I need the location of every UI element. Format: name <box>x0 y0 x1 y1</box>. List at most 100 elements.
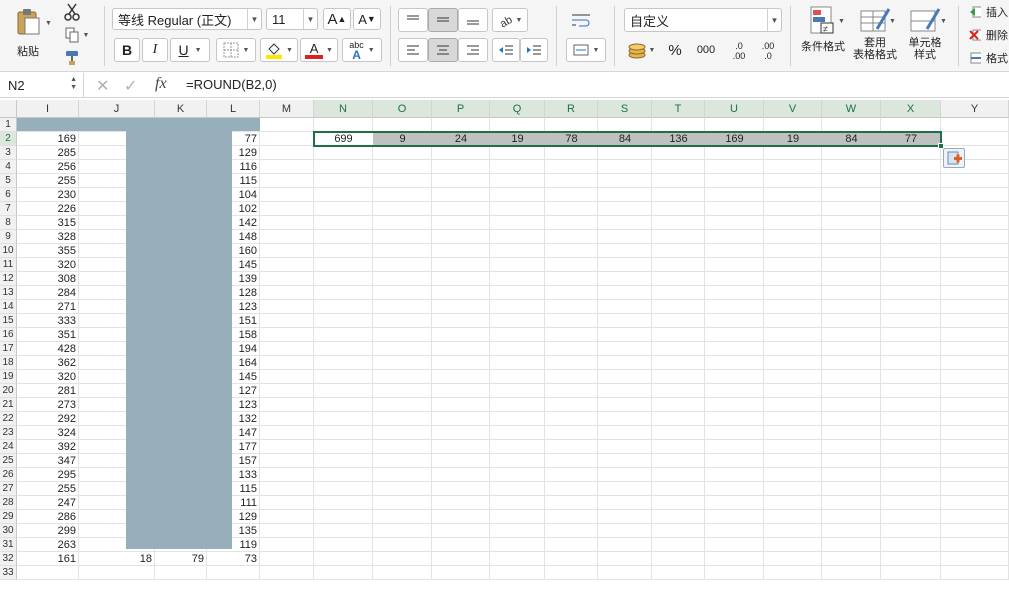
row-header-24[interactable]: 24 <box>0 440 17 454</box>
font-color-button[interactable]: A ▼ <box>300 38 338 62</box>
increase-decimal-button[interactable]: .0 .00 <box>726 38 752 64</box>
row-header-5[interactable]: 5 <box>0 174 17 188</box>
cell-style-dropdown-arrow[interactable]: ▼ <box>940 18 947 25</box>
wrap-text-button[interactable] <box>566 8 596 32</box>
align-middle-button[interactable] <box>428 8 458 32</box>
row-header-12[interactable]: 12 <box>0 272 17 286</box>
column-header-o[interactable]: O <box>373 100 432 118</box>
cell-i25[interactable]: 347 <box>17 454 79 468</box>
cut-button[interactable] <box>62 2 82 22</box>
shrink-font-button[interactable]: A ▼ <box>353 8 381 30</box>
cell-i21[interactable]: 273 <box>17 398 79 412</box>
cell-i20[interactable]: 281 <box>17 384 79 398</box>
row-header-2[interactable]: 2 <box>0 132 17 146</box>
cell-i14[interactable]: 271 <box>17 300 79 314</box>
cell-i24[interactable]: 392 <box>17 440 79 454</box>
cell-styles-button[interactable]: 单元格 样式 <box>902 4 948 68</box>
name-box[interactable]: N2 ▲ ▼ <box>0 73 84 97</box>
percent-button[interactable]: % <box>662 38 688 62</box>
column-header-l[interactable]: L <box>207 100 260 118</box>
font-name-select[interactable]: 等线 Regular (正文) ▼ <box>112 8 262 30</box>
borders-button[interactable]: ▼ <box>216 38 256 62</box>
worksheet-grid[interactable]: I J K L M N O P Q R S T U V W X Y 1 2 3 4 5 6 7 8 9 10 11 12 13 14 15 16… <box>0 100 1009 589</box>
increase-indent-button[interactable] <box>520 38 548 62</box>
column-header-m[interactable]: M <box>260 100 314 118</box>
cell-l32[interactable]: 73 <box>207 552 260 566</box>
row-header-22[interactable]: 22 <box>0 412 17 426</box>
cell-i6[interactable]: 230 <box>17 188 79 202</box>
cell-i5[interactable]: 255 <box>17 174 79 188</box>
row-header-20[interactable]: 20 <box>0 384 17 398</box>
cell-i15[interactable]: 333 <box>17 314 79 328</box>
row-header-25[interactable]: 25 <box>0 454 17 468</box>
conditional-formatting-button[interactable]: ≠ 条件格式 <box>800 4 846 68</box>
table-format-dropdown-arrow[interactable]: ▼ <box>889 18 896 25</box>
paste-dropdown-arrow[interactable]: ▼ <box>45 20 52 27</box>
column-header-y[interactable]: Y <box>941 100 1009 118</box>
row-header-32[interactable]: 32 <box>0 552 17 566</box>
accounting-format-button[interactable]: ▼ <box>622 38 660 62</box>
cell-i18[interactable]: 362 <box>17 356 79 370</box>
cell-i27[interactable]: 255 <box>17 482 79 496</box>
cancel-icon[interactable]: ✕ <box>96 76 109 96</box>
cell-i8[interactable]: 315 <box>17 216 79 230</box>
format-painter-button[interactable] <box>62 48 82 68</box>
cell-i2[interactable]: 169 <box>17 132 79 146</box>
paste-options-icon[interactable] <box>943 148 965 168</box>
cell-j32[interactable]: 18 <box>79 552 155 566</box>
bold-button[interactable]: B <box>114 38 140 62</box>
format-cells-button[interactable]: 格式 <box>968 49 1009 67</box>
row-header-27[interactable]: 27 <box>0 482 17 496</box>
row-header-16[interactable]: 16 <box>0 328 17 342</box>
column-header-u[interactable]: U <box>705 100 764 118</box>
column-header-s[interactable]: S <box>598 100 652 118</box>
grow-font-button[interactable]: A ▲ <box>323 8 351 30</box>
cell-i7[interactable]: 226 <box>17 202 79 216</box>
row-header-3[interactable]: 3 <box>0 146 17 160</box>
column-header-v[interactable]: V <box>764 100 822 118</box>
column-header-q[interactable]: Q <box>490 100 545 118</box>
column-header-n[interactable]: N <box>314 100 373 118</box>
cell-i22[interactable]: 292 <box>17 412 79 426</box>
delete-cells-button[interactable]: 删除 <box>968 26 1009 44</box>
row-header-10[interactable]: 10 <box>0 244 17 258</box>
format-as-table-button[interactable]: 套用 表格格式 <box>852 4 898 68</box>
row-header-17[interactable]: 17 <box>0 342 17 356</box>
row-header-31[interactable]: 31 <box>0 538 17 552</box>
row-header-13[interactable]: 13 <box>0 286 17 300</box>
fill-color-button[interactable]: ▼ <box>260 38 298 62</box>
cell-i10[interactable]: 355 <box>17 244 79 258</box>
column-header-i[interactable]: I <box>17 100 79 118</box>
insert-cells-button[interactable]: 插入 <box>968 3 1009 21</box>
cell-i26[interactable]: 295 <box>17 468 79 482</box>
align-center-button[interactable] <box>428 38 458 62</box>
paste-button[interactable]: 粘贴 <box>6 4 50 62</box>
insert-function-icon[interactable]: fx <box>155 75 167 93</box>
merge-cells-button[interactable]: ▼ <box>566 38 606 62</box>
row-header-28[interactable]: 28 <box>0 496 17 510</box>
decrease-decimal-button[interactable]: .00 .0 <box>755 38 781 64</box>
align-left-button[interactable] <box>398 38 428 62</box>
row-header-9[interactable]: 9 <box>0 230 17 244</box>
cell-i17[interactable]: 428 <box>17 342 79 356</box>
cell-i3[interactable]: 285 <box>17 146 79 160</box>
orientation-button[interactable]: ab ▼ <box>492 8 528 32</box>
row-header-15[interactable]: 15 <box>0 314 17 328</box>
cell-i23[interactable]: 324 <box>17 426 79 440</box>
decrease-indent-button[interactable] <box>492 38 520 62</box>
cell-i13[interactable]: 284 <box>17 286 79 300</box>
name-box-stepper-icon[interactable]: ▲ ▼ <box>70 76 77 92</box>
cell-k32[interactable]: 79 <box>155 552 207 566</box>
comma-style-button[interactable]: 000 <box>690 38 722 62</box>
column-header-w[interactable]: W <box>822 100 881 118</box>
enter-icon[interactable]: ✓ <box>124 76 137 96</box>
column-header-r[interactable]: R <box>545 100 598 118</box>
italic-button[interactable]: I <box>142 38 168 62</box>
cell-i31[interactable]: 263 <box>17 538 79 552</box>
phonetic-button[interactable]: abc A ▼ <box>342 38 382 62</box>
column-header-t[interactable]: T <box>652 100 705 118</box>
row-header-8[interactable]: 8 <box>0 216 17 230</box>
cell-i28[interactable]: 247 <box>17 496 79 510</box>
row-header-30[interactable]: 30 <box>0 524 17 538</box>
cond-format-dropdown-arrow[interactable]: ▼ <box>838 18 845 25</box>
